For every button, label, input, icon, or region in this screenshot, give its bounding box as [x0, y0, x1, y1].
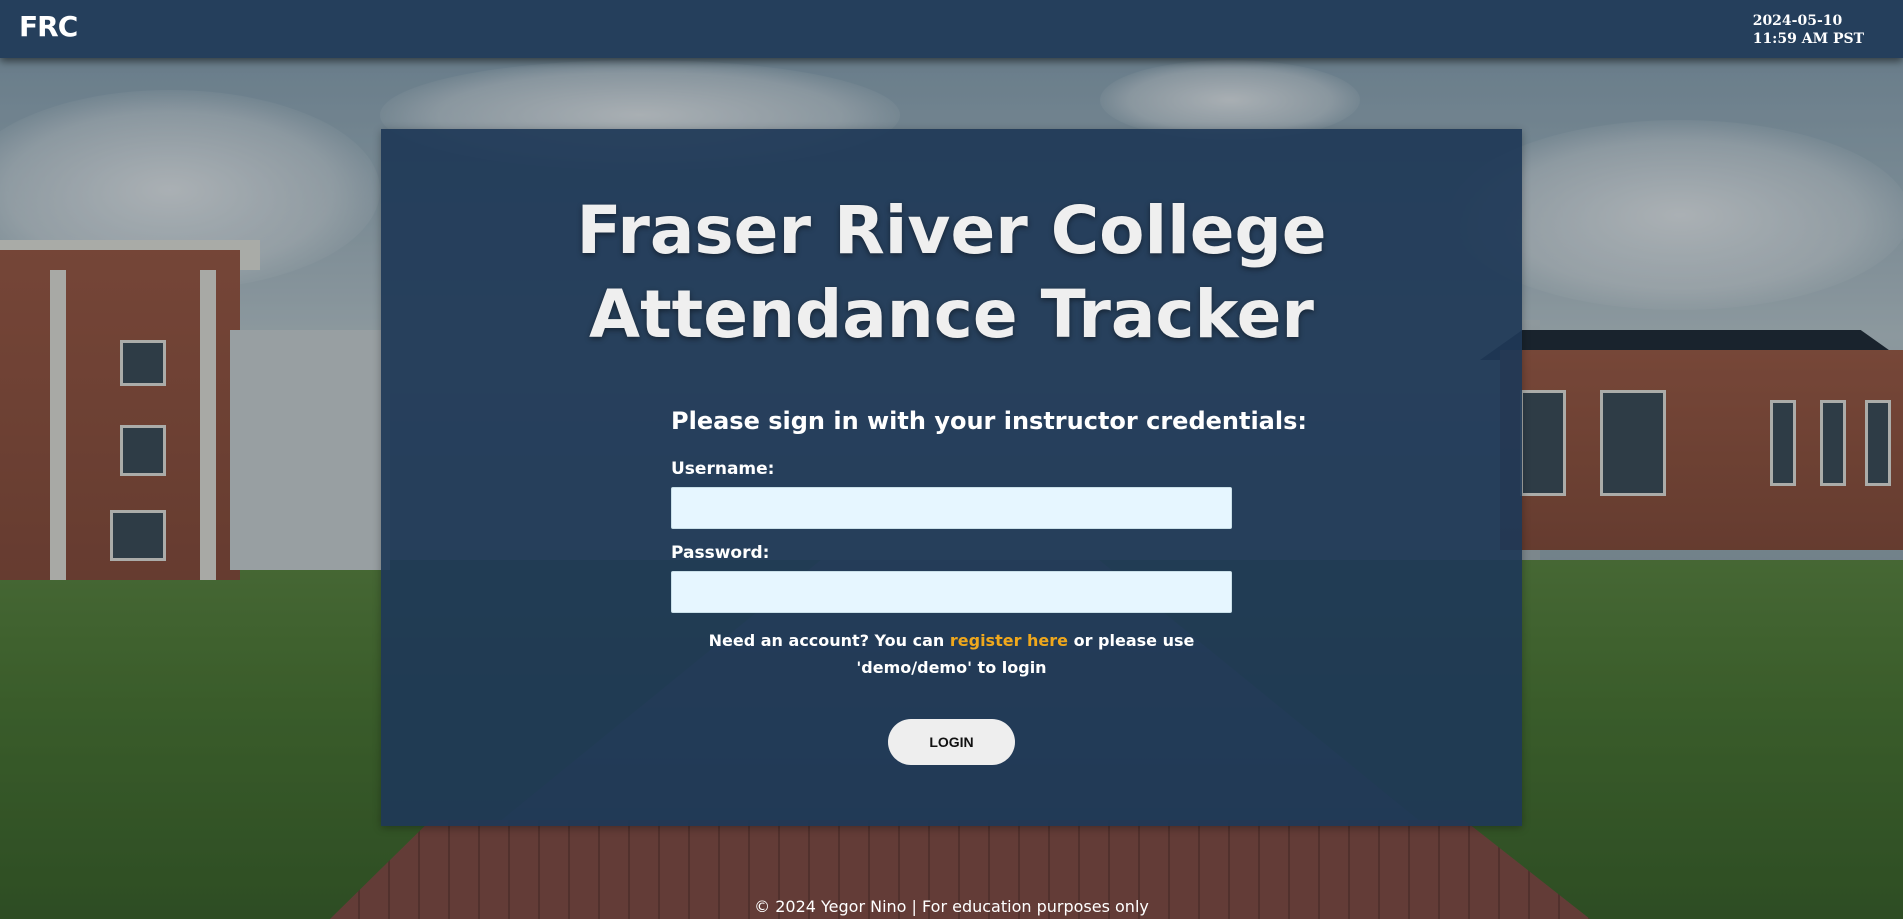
footer-copyright: © 2024 Yegor Nino | For education purpos… [754, 897, 1149, 916]
current-time: 11:59 AM PST [1752, 31, 1864, 47]
login-button[interactable]: LOGIN [888, 719, 1015, 765]
password-label: Password: [671, 543, 770, 563]
username-label: Username: [671, 459, 775, 479]
register-link[interactable]: register here [950, 631, 1068, 650]
page-title: Fraser River College Attendance Tracker [381, 189, 1522, 357]
sign-in-prompt: Please sign in with your instructor cred… [671, 407, 1307, 435]
login-card: Fraser River College Attendance Tracker … [381, 129, 1522, 826]
frc-logo[interactable]: FRC [19, 10, 78, 43]
password-field[interactable] [671, 571, 1232, 613]
page-title-line-1: Fraser River College [576, 192, 1327, 269]
username-field[interactable] [671, 487, 1232, 529]
current-datetime: 2024-05-10 11:59 AM PST [1753, 12, 1864, 48]
top-navigation-bar: FRC 2024-05-10 11:59 AM PST [0, 0, 1903, 58]
page-title-line-2: Attendance Tracker [589, 276, 1314, 353]
login-form: Please sign in with your instructor cred… [671, 407, 1307, 681]
register-note: Need an account? You can register here o… [671, 627, 1232, 681]
register-note-text-before: Need an account? You can [708, 631, 950, 650]
current-date: 2024-05-10 [1752, 13, 1843, 29]
